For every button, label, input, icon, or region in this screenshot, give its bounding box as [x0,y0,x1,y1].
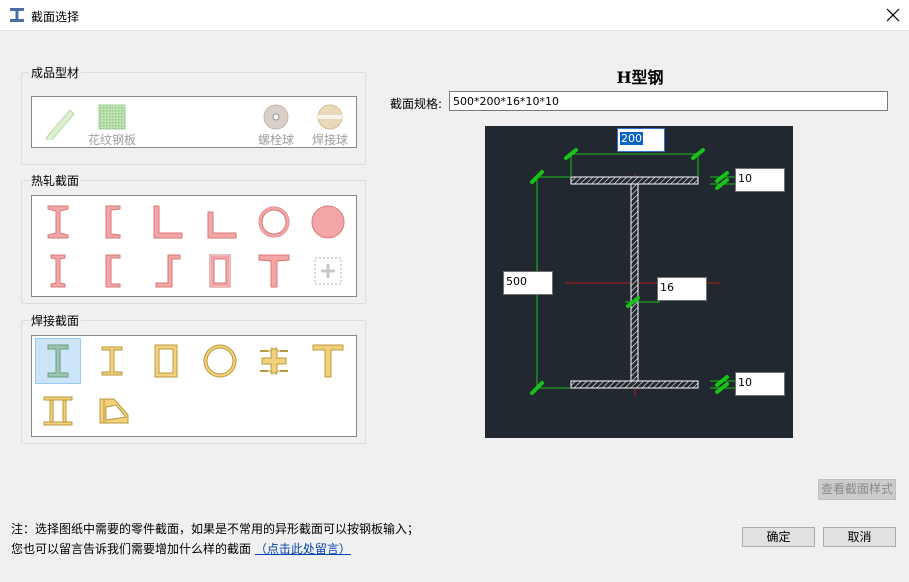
height-dimension-value: 500 [506,275,527,288]
weld-ball-item[interactable]: 焊接球 [307,99,353,147]
ok-button[interactable]: 确定 [742,527,815,547]
checkered-plate-icon [98,104,126,130]
leave-message-link[interactable]: （点击此处留言） [255,542,351,556]
bottom-flange-dimension-value: 10 [738,376,752,389]
add-section-item[interactable] [305,248,351,294]
welded-panel [31,335,357,437]
title-bar: 截面选择 [0,0,909,31]
tapered-section-icon [99,398,129,424]
narrow-h-beam-item[interactable] [89,338,135,384]
tee-section-item[interactable] [251,248,297,294]
welded-tee-icon [312,344,344,378]
angle-unequal-item[interactable] [197,199,243,245]
bolt-ball-item[interactable]: 螺栓球 [253,99,299,147]
checkered-plate-caption: 花纹钢板 [87,133,136,147]
double-i-section-icon [43,396,73,426]
round-tube-item[interactable] [251,199,297,245]
note-line-1: 注：选择图纸中需要的零件截面，如果是不常用的异形截面可以按钢板输入； [11,522,420,536]
section-drawing: 200 500 16 10 10 [485,126,793,438]
z-section-icon [155,254,181,288]
web-dimension-input[interactable]: 16 [657,277,707,301]
double-i-section-item[interactable] [35,388,81,434]
welded-tee-item[interactable] [305,338,351,384]
products-group-label: 成品型材 [29,64,82,81]
window-title: 截面选择 [31,10,80,24]
app-icon [10,8,24,22]
i-beam-item[interactable] [35,199,81,245]
section-title: H型钢 [616,68,664,87]
h-beam-item[interactable] [35,338,81,384]
tee-section-icon [258,254,290,288]
box-channel-icon [105,254,121,288]
round-bar-icon [311,205,345,239]
add-icon [314,257,342,285]
angle-equal-item[interactable] [143,199,189,245]
box-section-item[interactable] [143,338,189,384]
width-dimension-value: 200 [620,132,643,145]
note-line-2: 您也可以留言告诉我们需要增加什么样的截面 （点击此处留言） [11,540,351,557]
round-tube-icon [258,206,290,238]
cross-section-icon [260,347,288,375]
width-dimension-input[interactable]: 200 [617,128,665,152]
close-button[interactable] [877,0,909,31]
narrow-i-beam-icon [50,254,66,288]
h-beam-icon [47,344,69,378]
height-dimension-input[interactable]: 500 [503,271,553,295]
top-flange-dimension-value: 10 [738,172,752,185]
angle-unequal-icon [207,211,237,239]
bolt-ball-icon [263,104,289,130]
hot-rolled-panel [31,195,357,297]
close-icon[interactable] [886,8,900,22]
narrow-i-beam-item[interactable] [35,248,81,294]
checkered-plate-item[interactable]: 花纹钢板 [88,99,136,147]
bottom-flange-dimension-input[interactable]: 10 [735,372,785,396]
welded-group-label: 焊接截面 [29,312,82,329]
welded-round-tube-item[interactable] [197,338,243,384]
rect-tube-item[interactable] [197,248,243,294]
spec-label: 截面规格: [390,97,443,111]
view-style-button[interactable]: 查看截面样式 [818,479,896,500]
cancel-button[interactable]: 取消 [823,527,896,547]
angle-equal-icon [153,205,183,239]
note-line-2-text: 您也可以留言告诉我们需要增加什么样的截面 [11,542,252,556]
rect-tube-icon [209,254,231,288]
web-dimension-value: 16 [660,281,674,294]
spec-input[interactable] [449,91,888,111]
cross-section-item[interactable] [251,338,297,384]
channel-item[interactable] [89,199,135,245]
flat-bar-icon [45,109,75,140]
weld-ball-icon [317,104,343,130]
i-beam-icon [47,205,69,239]
box-section-icon [154,344,178,378]
round-bar-item[interactable] [305,199,351,245]
hot-rolled-group-label: 热轧截面 [29,172,82,189]
top-flange-dimension-input[interactable]: 10 [735,168,785,192]
channel-icon [105,205,121,239]
flat-bar-item[interactable] [35,99,81,145]
tapered-section-item[interactable] [89,388,135,434]
box-channel-item[interactable] [89,248,135,294]
z-section-item[interactable] [143,248,189,294]
welded-round-tube-icon [203,344,237,378]
products-panel: 花纹钢板 螺栓球 焊接球 [31,96,357,148]
weld-ball-caption: 焊接球 [311,133,348,147]
narrow-h-beam-icon [101,346,123,376]
